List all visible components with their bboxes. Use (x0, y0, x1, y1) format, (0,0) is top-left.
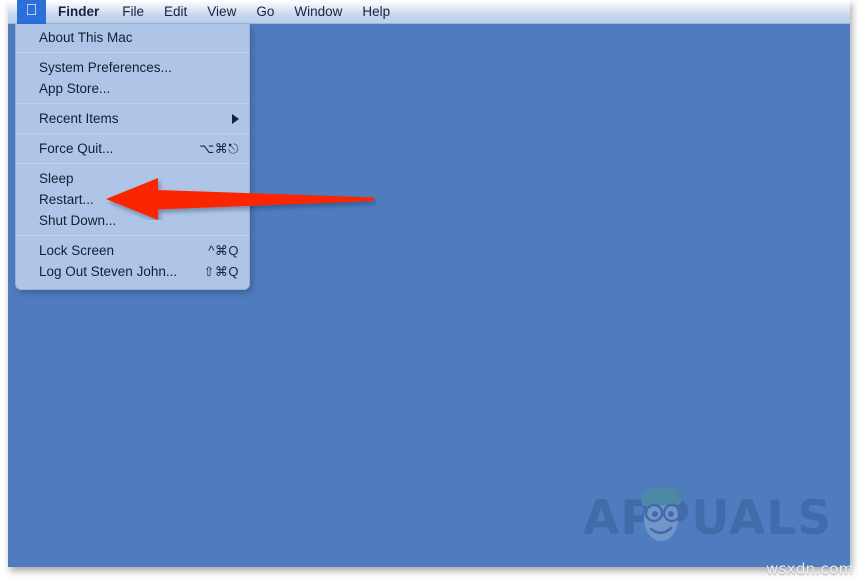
menubar-item-file[interactable]: File (112, 0, 154, 24)
menu-item-label: Sleep (39, 171, 74, 186)
menu-item-app-store[interactable]: App Store... (16, 78, 249, 99)
menu-item-restart[interactable]: Restart... (16, 189, 249, 210)
menu-item-label: Log Out Steven John... (39, 264, 178, 279)
menu-group-recent-items: Recent Items (16, 105, 249, 132)
menu-separator (16, 133, 249, 134)
menu-group-power: Sleep Restart... Shut Down... (16, 165, 249, 234)
menu-separator (16, 235, 249, 236)
menu-item-log-out[interactable]: Log Out Steven John... ⇧⌘Q (16, 261, 249, 282)
menubar-item-view[interactable]: View (197, 0, 246, 24)
menu-item-label: App Store... (39, 81, 111, 96)
menu-item-force-quit[interactable]: Force Quit... ⌥⌘⎋ (16, 138, 249, 159)
menu-item-label: Shut Down... (39, 213, 117, 228)
menu-separator (16, 103, 249, 104)
menu-item-about-this-mac[interactable]: About This Mac (16, 27, 249, 48)
menu-item-label: About This Mac (39, 30, 133, 45)
watermark-brand-text: APPUALS (583, 491, 833, 546)
menu-item-shortcut: ^⌘Q (208, 242, 239, 258)
menu-group-about: About This Mac (16, 24, 249, 51)
macos-desktop[interactable]:  Finder File Edit View Go Window Help A… (8, 0, 850, 567)
apple-logo-icon:  (26, 2, 38, 19)
menubar-item-finder[interactable]: Finder (46, 0, 112, 24)
chevron-right-icon (232, 113, 239, 124)
menu-item-shortcut: ⌥⌘⎋ (199, 140, 239, 156)
menubar-item-help[interactable]: Help (352, 0, 400, 24)
menubar-item-edit[interactable]: Edit (154, 0, 197, 24)
menu-item-sleep[interactable]: Sleep (16, 168, 249, 189)
menu-item-system-preferences[interactable]: System Preferences... (16, 57, 249, 78)
menu-item-label: Force Quit... (39, 141, 114, 156)
menu-item-label: Restart... (39, 192, 94, 207)
menu-item-lock-screen[interactable]: Lock Screen ^⌘Q (16, 240, 249, 261)
menu-item-label: Recent Items (39, 111, 119, 126)
source-watermark: wsxdn.com (766, 560, 854, 578)
menu-separator (16, 52, 249, 53)
appuals-mascot-icon (641, 487, 683, 541)
menu-item-recent-items[interactable]: Recent Items (16, 108, 249, 129)
menu-item-shut-down[interactable]: Shut Down... (16, 210, 249, 231)
appuals-watermark: APPUALS (583, 483, 833, 553)
menu-group-force-quit: Force Quit... ⌥⌘⎋ (16, 135, 249, 162)
menubar-item-window[interactable]: Window (284, 0, 352, 24)
menu-item-label: System Preferences... (39, 60, 172, 75)
screenshot-frame:  Finder File Edit View Go Window Help A… (0, 0, 858, 581)
menu-group-session: Lock Screen ^⌘Q Log Out Steven John... ⇧… (16, 237, 249, 285)
menu-bar[interactable]:  Finder File Edit View Go Window Help (8, 0, 850, 24)
menu-separator (16, 163, 249, 164)
apple-dropdown-menu[interactable]: About This Mac System Preferences... App… (15, 24, 250, 290)
menubar-item-go[interactable]: Go (246, 0, 284, 24)
menu-item-shortcut: ⇧⌘Q (203, 263, 239, 279)
apple-menu-button[interactable]:  (17, 0, 46, 24)
menu-group-preferences: System Preferences... App Store... (16, 54, 249, 102)
menu-item-label: Lock Screen (39, 243, 115, 258)
